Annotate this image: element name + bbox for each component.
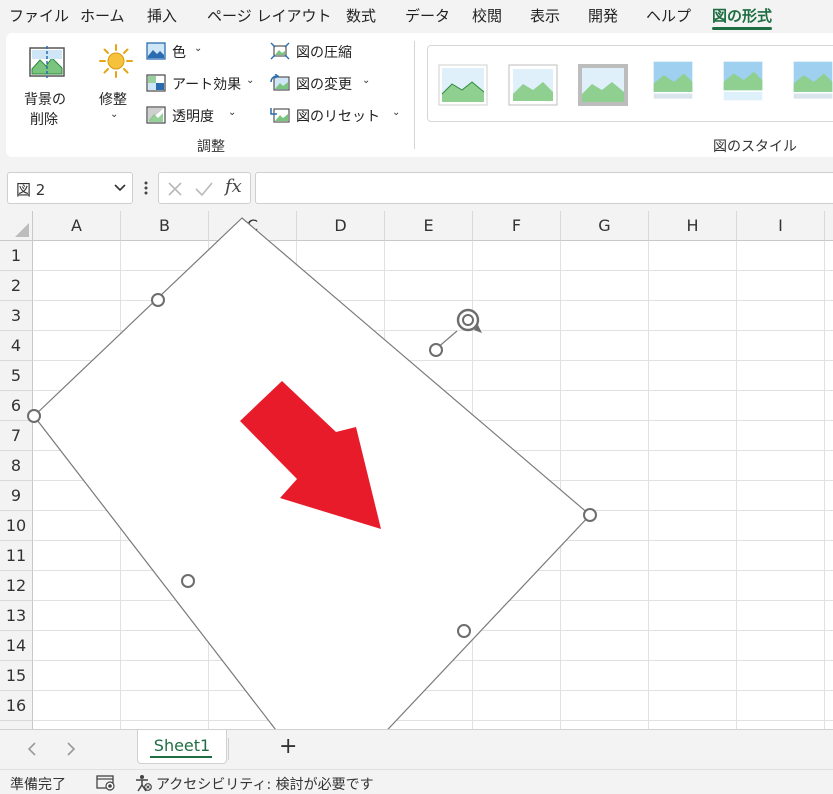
ribbon-tabs: ファイル ホーム 挿入 ページ レイアウト 数式 データ 校閲 表示 開発 ヘル…: [0, 0, 833, 30]
group-divider: [414, 41, 415, 149]
reset-picture-chevron: ⌄: [392, 107, 401, 118]
reset-picture-label: 図のリセット: [296, 109, 380, 125]
tab-help[interactable]: ヘルプ: [646, 5, 691, 26]
picture-color-icon: [146, 42, 166, 60]
change-picture-chevron: ⌄: [362, 75, 371, 86]
tab-divider: [228, 738, 229, 760]
change-picture-label: 図の変更: [296, 77, 352, 93]
reset-picture-button[interactable]: 図のリセット ⌄: [270, 105, 400, 127]
tab-developer[interactable]: 開発: [588, 5, 618, 26]
artistic-effects-label: アート効果: [172, 77, 242, 93]
picture-style-beveled[interactable]: [508, 64, 558, 106]
remove-background-button[interactable]: 背景の 削除: [16, 39, 78, 128]
tab-page-layout[interactable]: ページ レイアウト: [207, 5, 331, 26]
scroll-tabs-left-icon[interactable]: [27, 742, 37, 756]
tab-formulas[interactable]: 数式: [346, 5, 376, 26]
tab-view[interactable]: 表示: [530, 5, 560, 26]
selected-picture[interactable]: [0, 211, 833, 729]
status-ready: 準備完了: [10, 777, 66, 793]
resize-handle[interactable]: [429, 343, 443, 357]
insert-function-icon[interactable]: fx: [225, 176, 242, 197]
worksheet-grid[interactable]: A B C D E F G H I 1 2 3 4 5 6 7 8 9 10 1…: [0, 211, 833, 729]
resize-handle[interactable]: [151, 293, 165, 307]
sheet-tab-sheet1[interactable]: Sheet1: [137, 730, 227, 764]
reset-picture-icon: [270, 108, 290, 123]
formula-bar: 図 2 fx: [0, 163, 833, 209]
color-chevron: ⌄: [194, 43, 203, 54]
resize-handle[interactable]: [583, 508, 597, 522]
picture-style-reflected[interactable]: [718, 60, 768, 102]
picture-style-shadow[interactable]: [648, 60, 698, 102]
artistic-effects-chevron: ⌄: [246, 75, 255, 86]
formula-actions: fx: [158, 172, 251, 204]
compress-label: 図の圧縮: [296, 45, 352, 61]
tab-picture-format[interactable]: 図の形式: [712, 5, 773, 30]
artistic-effects-button[interactable]: アート効果 ⌄: [146, 73, 266, 95]
name-box-value: 図 2: [16, 181, 46, 199]
change-picture-icon: [270, 74, 290, 91]
remove-background-label-1: 背景の: [24, 92, 66, 108]
sheet-tab-label: Sheet1: [153, 736, 211, 755]
picture-styles-gallery: [427, 45, 833, 122]
compress-pictures-button[interactable]: 図の圧縮: [270, 41, 400, 63]
adjust-group-label: 調整: [197, 139, 225, 155]
more-options-icon[interactable]: [143, 180, 149, 196]
artistic-effects-icon: [146, 74, 166, 92]
tab-data[interactable]: データ: [405, 5, 450, 26]
rotate-handle-icon[interactable]: [456, 308, 482, 333]
resize-handle[interactable]: [457, 624, 471, 638]
corrections-dropdown-chevron: ⌄: [110, 109, 119, 120]
active-sheet-underline: [150, 756, 212, 758]
resize-handle[interactable]: [181, 574, 195, 588]
scroll-tabs-right-icon[interactable]: [66, 742, 76, 756]
cancel-icon[interactable]: [167, 181, 183, 197]
corrections-label: 修整: [99, 92, 127, 108]
remove-background-label-2: 削除: [30, 112, 58, 128]
transparency-button[interactable]: 透明度 ⌄: [146, 105, 256, 127]
transparency-icon: [146, 106, 166, 124]
accessibility-icon: [136, 775, 152, 792]
sheet-tab-bar: Sheet1 +: [0, 729, 833, 769]
compress-icon: [270, 42, 290, 60]
add-sheet-button[interactable]: +: [279, 734, 297, 759]
color-label: 色: [172, 45, 186, 61]
transparency-chevron: ⌄: [228, 107, 237, 118]
picture-style-simple-frame[interactable]: [438, 64, 488, 106]
ribbon-panel: 背景の 削除 修整 ⌄ 色 ⌄ アート効果 ⌄ 透明度 ⌄ 図の圧縮 図の変更 …: [6, 33, 833, 157]
status-bar: 準備完了 アクセシビリティ: 検討が必要です: [0, 769, 833, 794]
chevron-down-icon[interactable]: [114, 183, 126, 193]
transparency-label: 透明度: [172, 109, 214, 125]
tab-file[interactable]: ファイル: [9, 5, 69, 26]
remove-background-icon: [29, 46, 65, 78]
picture-style-soft-edge[interactable]: [788, 60, 833, 102]
resize-handle[interactable]: [27, 409, 41, 423]
tab-home[interactable]: ホーム: [80, 5, 125, 26]
name-box[interactable]: 図 2: [7, 172, 133, 204]
change-picture-button[interactable]: 図の変更 ⌄: [270, 73, 400, 95]
formula-input[interactable]: [255, 172, 833, 204]
sun-icon: [99, 44, 133, 78]
enter-icon[interactable]: [195, 181, 213, 197]
styles-group-label: 図のスタイル: [713, 139, 797, 155]
accessibility-status-text: アクセシビリティ: 検討が必要です: [156, 777, 374, 793]
accessibility-status-button[interactable]: アクセシビリティ: 検討が必要です: [134, 772, 374, 793]
corrections-button[interactable]: 修整 ⌄: [92, 39, 140, 127]
tab-review[interactable]: 校閲: [472, 5, 502, 26]
picture-style-thick-frame[interactable]: [578, 64, 628, 106]
tab-insert[interactable]: 挿入: [147, 5, 177, 26]
macro-record-icon[interactable]: [96, 775, 116, 791]
color-button[interactable]: 色 ⌄: [146, 41, 256, 63]
